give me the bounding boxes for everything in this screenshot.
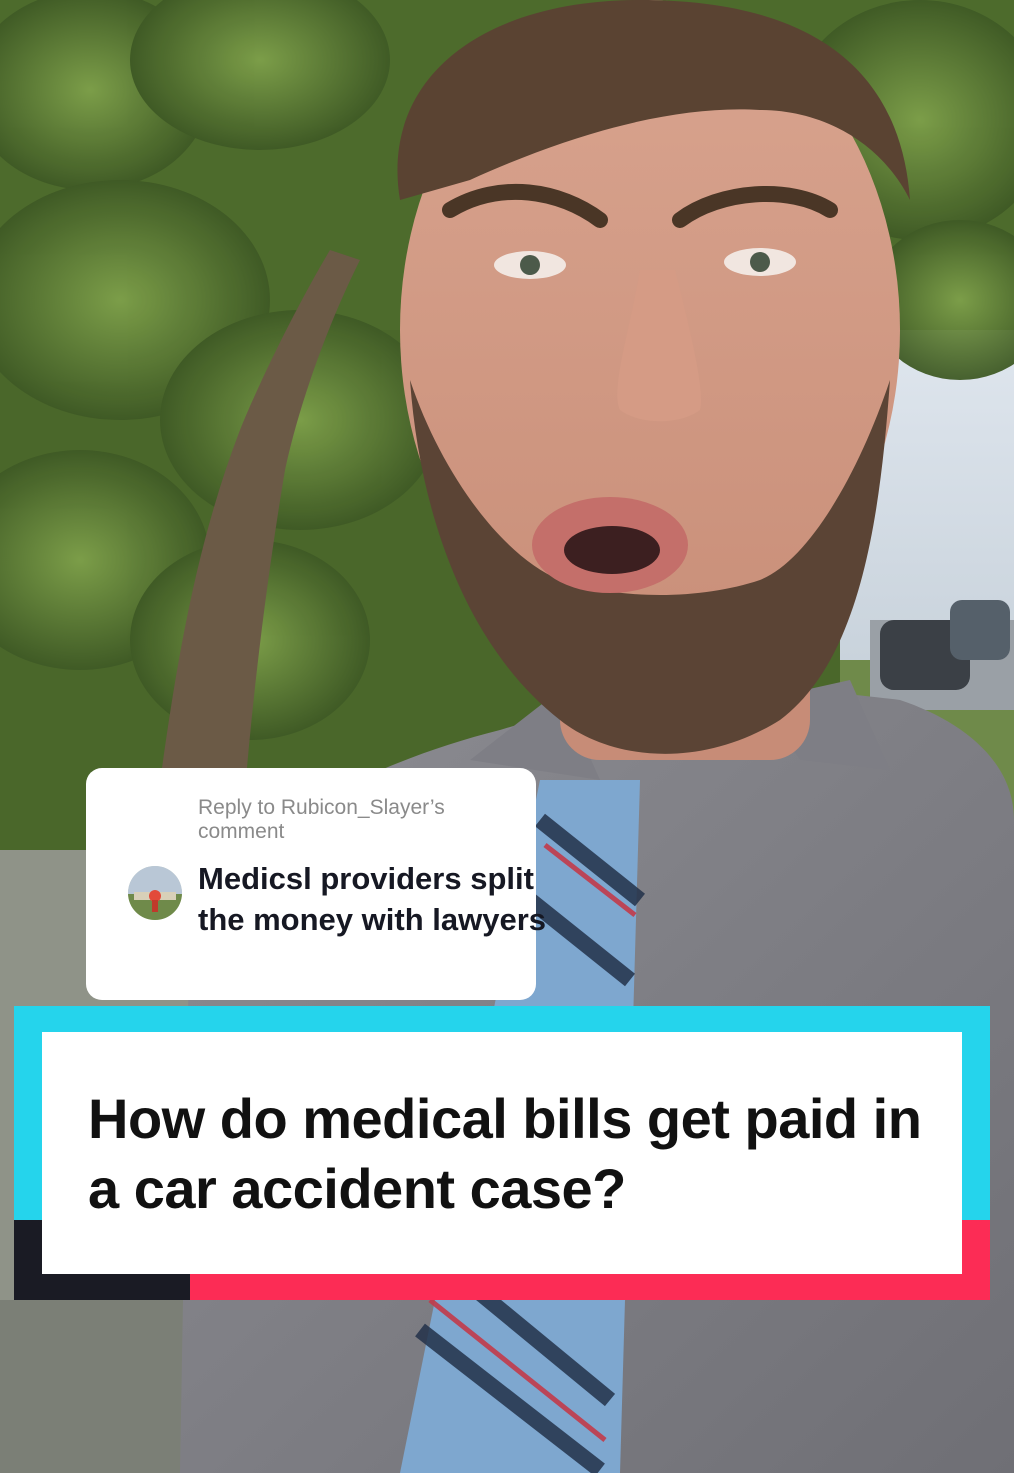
caption-banner: How do medical bills get paid in a car a… — [14, 1006, 990, 1300]
reply-comment-header: Reply to Rubicon_Slayer’s comment — [198, 796, 445, 843]
reply-comment-body: Medicsl providers split the money with l… — [110, 858, 546, 940]
reply-comment-text: Medicsl providers split the money with l… — [198, 861, 546, 937]
user-avatar-icon[interactable] — [128, 866, 182, 920]
caption-box: How do medical bills get paid in a car a… — [42, 1032, 962, 1274]
reply-comment-card[interactable]: Reply to Rubicon_Slayer’s comment Medics… — [86, 768, 546, 1000]
caption-text: How do medical bills get paid in a car a… — [88, 1087, 922, 1220]
video-frame[interactable]: Reply to Rubicon_Slayer’s comment Medics… — [0, 0, 1014, 1473]
